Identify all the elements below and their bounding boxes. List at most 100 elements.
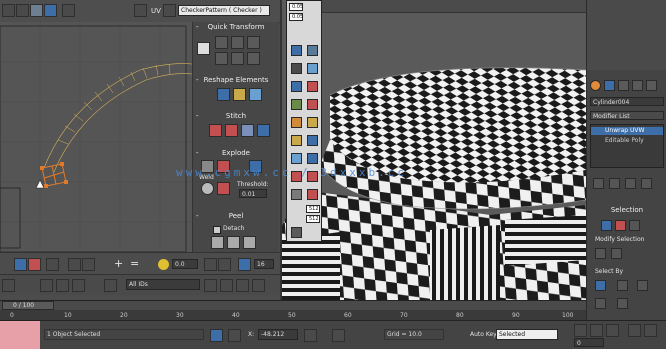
modifier-list-dropdown[interactable]: Modifier List: [590, 111, 664, 120]
modify-tab-icon[interactable]: [604, 80, 615, 91]
peel-mode-icon[interactable]: [211, 236, 224, 249]
show-end-result-icon[interactable]: [609, 178, 620, 189]
select-by-element-icon[interactable]: [595, 280, 606, 291]
tool-icon-10[interactable]: [307, 117, 318, 128]
modifier-unwrap-uvw[interactable]: Unwrap UVW: [591, 127, 663, 135]
tool-icon-11[interactable]: [291, 135, 302, 146]
tool-icon-9[interactable]: [291, 117, 302, 128]
select-overlap-icon[interactable]: [595, 298, 606, 309]
remove-modifier-icon[interactable]: [641, 178, 652, 189]
minus-icon[interactable]: =: [130, 257, 139, 270]
display-tab-icon[interactable]: [646, 80, 657, 91]
time-slider[interactable]: 0 / 100: [0, 301, 586, 310]
space-horizontal-icon[interactable]: [231, 52, 244, 65]
pen-icon[interactable]: [204, 258, 217, 271]
align-uv-icon[interactable]: [215, 52, 228, 65]
autokey-label[interactable]: Auto Key: [470, 331, 497, 338]
align-horizontal-icon[interactable]: [215, 36, 228, 49]
freeform-icon[interactable]: [44, 4, 57, 17]
tool-icon-17[interactable]: [291, 189, 302, 200]
panel-field-4[interactable]: 512: [306, 215, 320, 223]
rotate-90-icon[interactable]: [247, 36, 260, 49]
go-to-end-icon[interactable]: [606, 324, 619, 337]
zoom-viewport-icon[interactable]: [628, 324, 641, 337]
xy-icon[interactable]: [218, 258, 231, 271]
grid-snap-icon[interactable]: [238, 258, 251, 271]
select-edge-icon[interactable]: [615, 220, 626, 231]
tool-icon-8[interactable]: [307, 99, 318, 110]
quick-transform-header[interactable]: - Quick Transform: [193, 23, 279, 32]
shrink-selection-icon[interactable]: [611, 248, 622, 259]
perspective-viewport[interactable]: [280, 0, 586, 320]
rotate-icon[interactable]: [16, 4, 29, 17]
element-mode-icon[interactable]: [68, 258, 81, 271]
straighten-icon[interactable]: [217, 88, 230, 101]
plus-icon[interactable]: +: [114, 257, 123, 270]
tool-icon-5[interactable]: [291, 81, 302, 92]
zoom-icon[interactable]: [220, 279, 233, 292]
detach-checkbox[interactable]: [213, 226, 221, 234]
grow-selection-icon[interactable]: [595, 248, 606, 259]
uv-canvas[interactable]: [0, 22, 192, 252]
motion-tab-icon[interactable]: [632, 80, 643, 91]
frame-field[interactable]: 0: [574, 338, 604, 347]
filter-dropdown[interactable]: All IDs: [126, 279, 200, 290]
time-slider-thumb[interactable]: 0 / 100: [2, 301, 54, 310]
zoom-extents-icon[interactable]: [236, 279, 249, 292]
stitch-custom-icon[interactable]: [257, 124, 270, 137]
timeline[interactable]: 0 / 100 0 10 20 30 40 50 60 70 80 90 100: [0, 300, 586, 321]
vertex-field[interactable]: 0.0: [172, 259, 198, 269]
scale-icon[interactable]: [30, 4, 43, 17]
play-icon[interactable]: [590, 324, 603, 337]
y-icon[interactable]: [304, 329, 317, 342]
lock-icon[interactable]: [40, 279, 53, 292]
selection-lock-icon[interactable]: [210, 329, 223, 342]
reset-peel-icon[interactable]: [243, 236, 256, 249]
tool-icon-4[interactable]: [307, 63, 318, 74]
object-name-field[interactable]: Cylinder004: [590, 97, 664, 106]
tool-icon-2[interactable]: [307, 45, 318, 56]
make-unique-icon[interactable]: [625, 178, 636, 189]
stitch-header[interactable]: - Stitch: [193, 112, 279, 121]
weld-target-icon[interactable]: [201, 182, 214, 195]
tool-icon-7[interactable]: [291, 99, 302, 110]
pivot-icon[interactable]: [197, 42, 210, 55]
tool-icon-19[interactable]: [291, 227, 302, 238]
threshold-field[interactable]: 0.01: [239, 189, 267, 198]
maxscript-listener[interactable]: [0, 321, 40, 349]
select-by-icon[interactable]: [2, 279, 15, 292]
ring-icon[interactable]: [72, 279, 85, 292]
stitch-target-icon[interactable]: [225, 124, 238, 137]
stitch-average-icon[interactable]: [241, 124, 254, 137]
tool-icon-14[interactable]: [307, 153, 318, 164]
orbit-icon[interactable]: [644, 324, 657, 337]
move-icon[interactable]: [2, 4, 15, 17]
pan-icon[interactable]: [204, 279, 217, 292]
stitch-source-icon[interactable]: [209, 124, 222, 137]
align-vertical-icon[interactable]: [231, 36, 244, 49]
space-vertical-icon[interactable]: [247, 52, 260, 65]
tool-icon-3[interactable]: [291, 63, 302, 74]
select-flipped-icon[interactable]: [617, 298, 628, 309]
snowflake-icon[interactable]: [104, 279, 117, 292]
panel-field-top[interactable]: 0.05: [289, 3, 303, 11]
tool-icon-12[interactable]: [307, 135, 318, 146]
mirror-icon[interactable]: [62, 4, 75, 17]
soft-select-icon[interactable]: [158, 259, 169, 270]
weld-all-icon[interactable]: [217, 182, 230, 195]
grow-icon[interactable]: [82, 258, 95, 271]
select-face-icon[interactable]: [629, 220, 640, 231]
autokey-dropdown[interactable]: Selected: [496, 329, 558, 340]
vertex-mode-icon[interactable]: [14, 258, 27, 271]
relax-icon[interactable]: [233, 88, 246, 101]
absolute-mode-icon[interactable]: [228, 329, 241, 342]
panel-field-2[interactable]: 0.05: [289, 13, 303, 21]
select-vertex-icon[interactable]: [601, 220, 612, 231]
tool-icon-6[interactable]: [307, 81, 318, 92]
loop-icon[interactable]: [56, 279, 69, 292]
map-dropdown[interactable]: CheckerPattern ( Checker ): [178, 5, 270, 16]
explode-header[interactable]: - Explode: [193, 149, 279, 158]
tool-icon-1[interactable]: [291, 45, 302, 56]
show-map-icon[interactable]: [134, 4, 147, 17]
z-icon[interactable]: [332, 329, 345, 342]
